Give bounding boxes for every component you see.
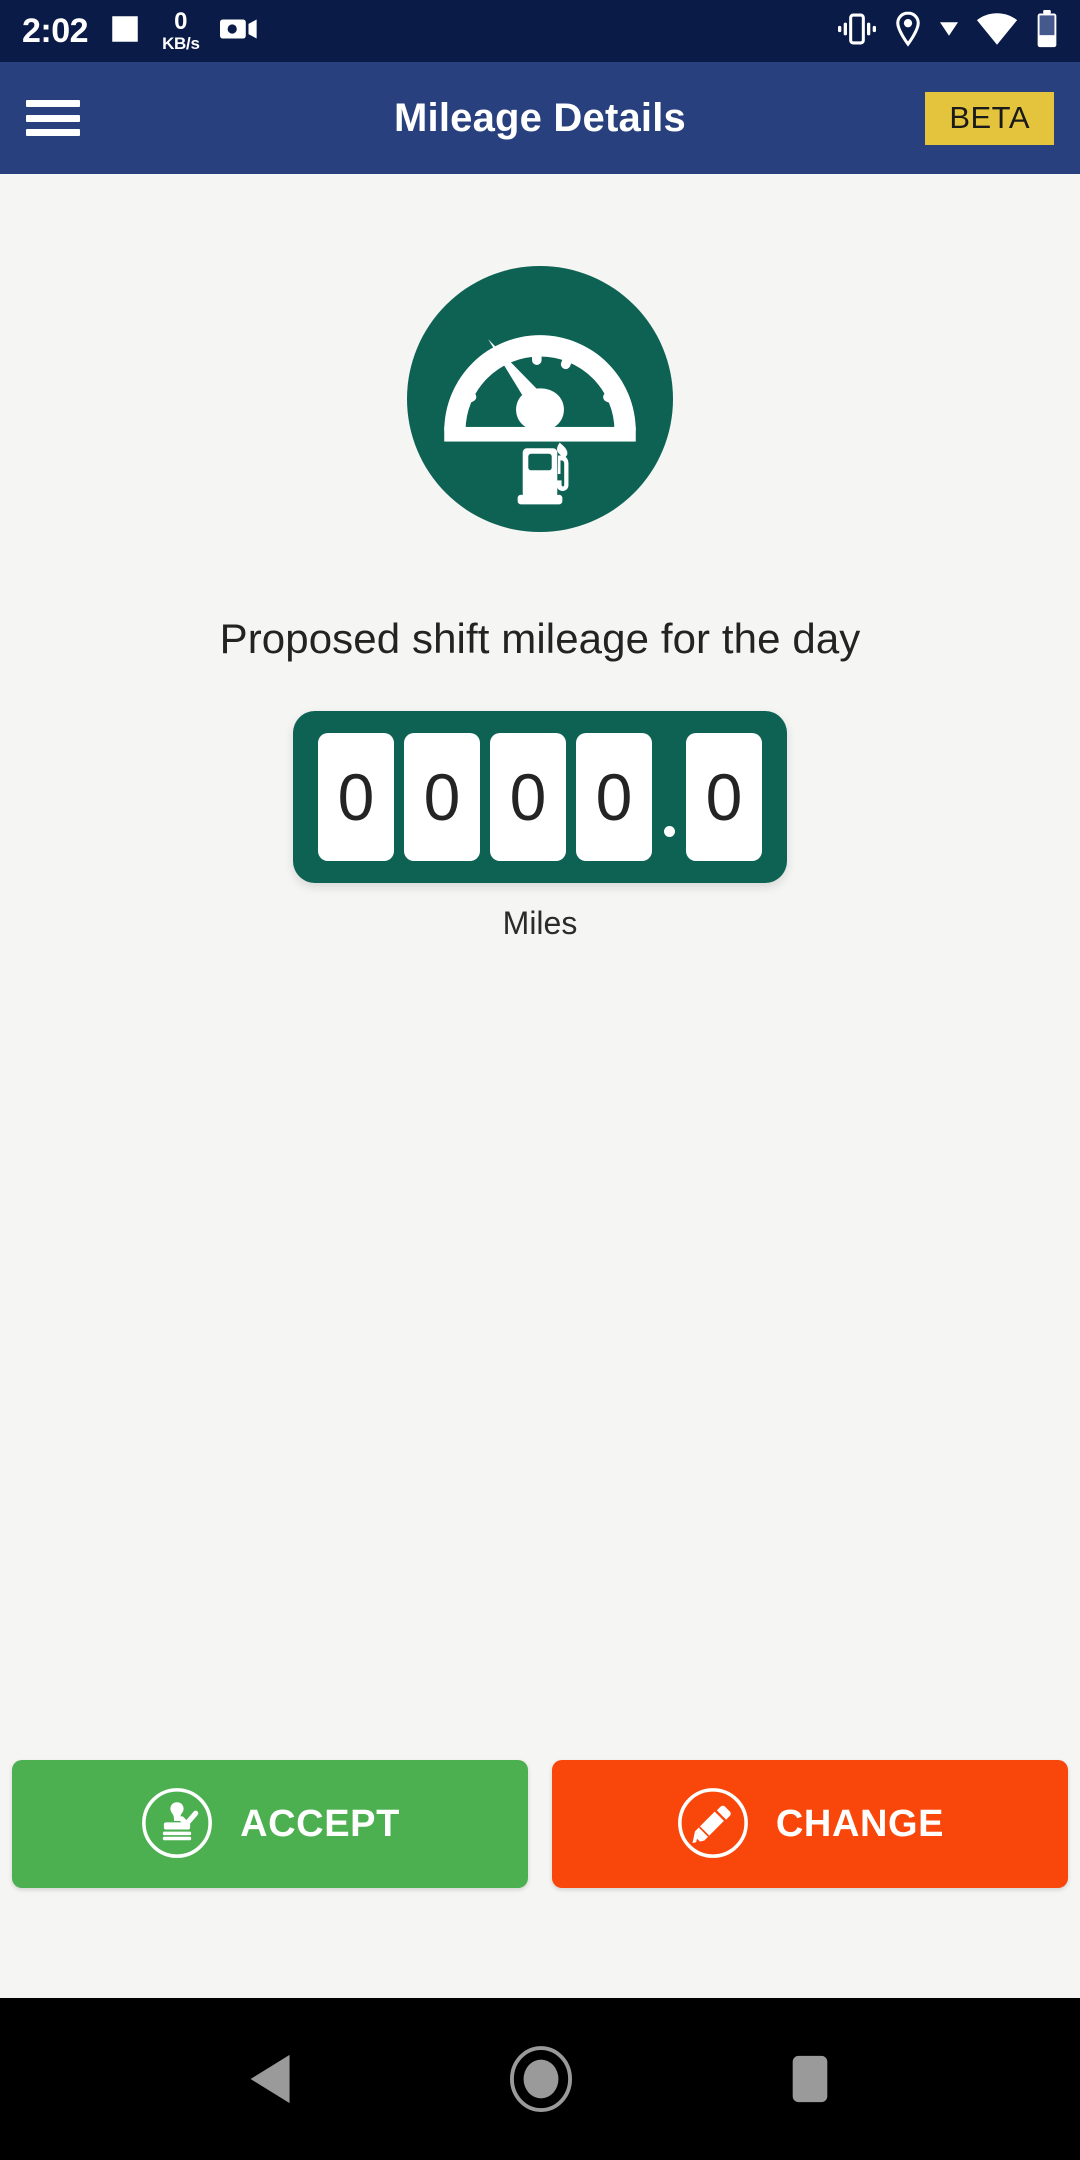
odometer-caption: Proposed shift mileage for the day <box>219 615 861 662</box>
odometer-decimal-separator <box>657 733 681 861</box>
page-title: Mileage Details <box>393 95 686 140</box>
video-camera-icon <box>219 14 258 49</box>
image-icon <box>108 12 142 51</box>
wifi-icon <box>976 12 1018 50</box>
hamburger-bar <box>26 114 80 122</box>
odometer-display[interactable]: 0 0 0 0 0 <box>293 711 787 883</box>
home-circle-icon[interactable] <box>510 2046 572 2112</box>
hamburger-bar <box>26 129 80 136</box>
system-navigation-bar <box>0 1998 1080 2160</box>
back-triangle-icon[interactable] <box>248 2053 294 2105</box>
accept-button-label: ACCEPT <box>240 1802 400 1845</box>
status-bar-clock: 2:02 <box>22 12 89 50</box>
action-bar: ACCEPT CHANGE <box>0 1760 1080 1888</box>
main-content: Proposed shift mileage for the day 0 0 0… <box>0 174 1080 1998</box>
odometer-digit: 0 <box>404 733 480 861</box>
odometer-decimal-digit: 0 <box>686 733 762 861</box>
odometer-digit: 0 <box>318 733 394 861</box>
odometer-unit-label: Miles <box>502 905 578 941</box>
beta-badge: BETA <box>925 91 1054 145</box>
speedometer-fuel-icon <box>407 266 673 537</box>
hamburger-menu-icon[interactable] <box>26 96 80 140</box>
change-button[interactable]: CHANGE <box>552 1760 1068 1888</box>
pencil-edit-icon <box>676 1786 750 1863</box>
location-pin-icon <box>894 11 922 52</box>
decimal-dot <box>663 826 675 837</box>
recents-square-icon[interactable] <box>788 2054 832 2104</box>
stamp-approve-icon <box>140 1786 214 1863</box>
hamburger-bar <box>26 100 80 107</box>
odometer-digit: 0 <box>576 733 652 861</box>
phone-screen: 2:02 0 KB/s Mileage Details BETA Propose… <box>0 0 1080 2160</box>
status-bar: 2:02 0 KB/s <box>0 0 1080 62</box>
status-bar-left: 2:02 0 KB/s <box>22 10 258 52</box>
dropdown-triangle-icon <box>940 21 958 41</box>
network-speed-unit: KB/s <box>162 34 200 53</box>
app-bar: Mileage Details BETA <box>0 62 1080 174</box>
battery-icon <box>1036 9 1058 53</box>
odometer-digit: 0 <box>490 733 566 861</box>
change-button-label: CHANGE <box>775 1802 945 1845</box>
vibrate-icon <box>838 12 876 51</box>
network-speed-value: 0 <box>174 8 188 35</box>
status-bar-right <box>838 9 1058 53</box>
network-speed-indicator: 0 KB/s <box>162 8 200 53</box>
accept-button[interactable]: ACCEPT <box>12 1760 528 1888</box>
